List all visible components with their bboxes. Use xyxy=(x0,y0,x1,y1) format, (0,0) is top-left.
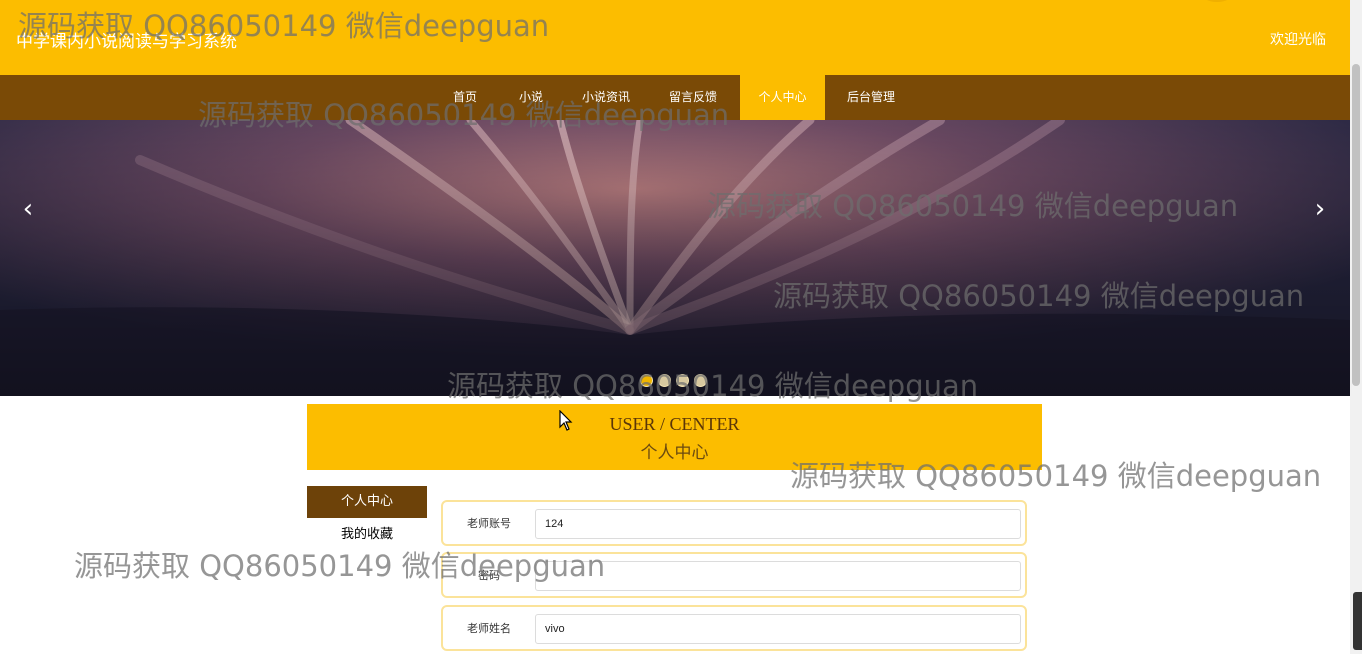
carousel-dot-4[interactable] xyxy=(694,374,707,387)
teacher-name-input[interactable] xyxy=(535,614,1021,644)
carousel-dot-3[interactable] xyxy=(676,374,689,387)
password-label: 密码 xyxy=(478,569,500,582)
sidebar-item-user-center[interactable]: 个人中心 xyxy=(307,486,427,518)
banner-image xyxy=(0,120,1350,396)
nav-item-home[interactable]: 首页 xyxy=(442,75,488,120)
welcome-text: 欢迎光临 xyxy=(1270,32,1326,48)
scrollbar-thumb[interactable] xyxy=(1352,64,1360,386)
carousel-next-button[interactable]: › xyxy=(1310,194,1330,224)
nav-item-feedback[interactable]: 留言反馈 xyxy=(660,75,726,120)
avatar[interactable] xyxy=(1200,0,1234,2)
chevron-right-icon: › xyxy=(1314,194,1326,224)
teacher-account-input[interactable] xyxy=(535,509,1021,539)
banner-carousel: ‹ › xyxy=(0,120,1350,396)
user-center-title-en: USER / CENTER xyxy=(609,414,740,434)
main-nav: 首页 小说 小说资讯 留言反馈 个人中心 后台管理 xyxy=(0,75,1350,120)
floating-widget[interactable] xyxy=(1353,592,1362,650)
teacher-account-label: 老师账号 xyxy=(467,517,511,530)
chevron-left-icon: ‹ xyxy=(22,194,34,224)
nav-item-novels[interactable]: 小说 xyxy=(508,75,554,120)
carousel-prev-button[interactable]: ‹ xyxy=(18,194,38,224)
user-center-header: USER / CENTER 个人中心 xyxy=(307,404,1042,470)
mouse-cursor-icon xyxy=(559,410,573,431)
nav-item-novel-news[interactable]: 小说资讯 xyxy=(573,75,639,120)
form-row-password: 密码 xyxy=(441,552,1027,598)
teacher-name-label: 老师姓名 xyxy=(467,622,511,635)
nav-item-user-center[interactable]: 个人中心 xyxy=(740,75,825,120)
form-row-teacher-name: 老师姓名 xyxy=(441,605,1027,651)
carousel-dot-2[interactable] xyxy=(658,374,671,387)
user-center-title-cn: 个人中心 xyxy=(640,443,709,463)
carousel-dot-1[interactable] xyxy=(640,374,653,387)
sidebar-item-favorites[interactable]: 我的收藏 xyxy=(307,519,427,551)
password-input[interactable] xyxy=(535,561,1021,591)
top-header: 中学课内小说阅读与学习系统 欢迎光临 xyxy=(0,0,1350,75)
form-row-teacher-account: 老师账号 xyxy=(441,500,1027,546)
page-scrollbar[interactable] xyxy=(1350,0,1362,654)
site-title: 中学课内小说阅读与学习系统 xyxy=(16,32,237,52)
nav-item-admin[interactable]: 后台管理 xyxy=(838,75,904,120)
